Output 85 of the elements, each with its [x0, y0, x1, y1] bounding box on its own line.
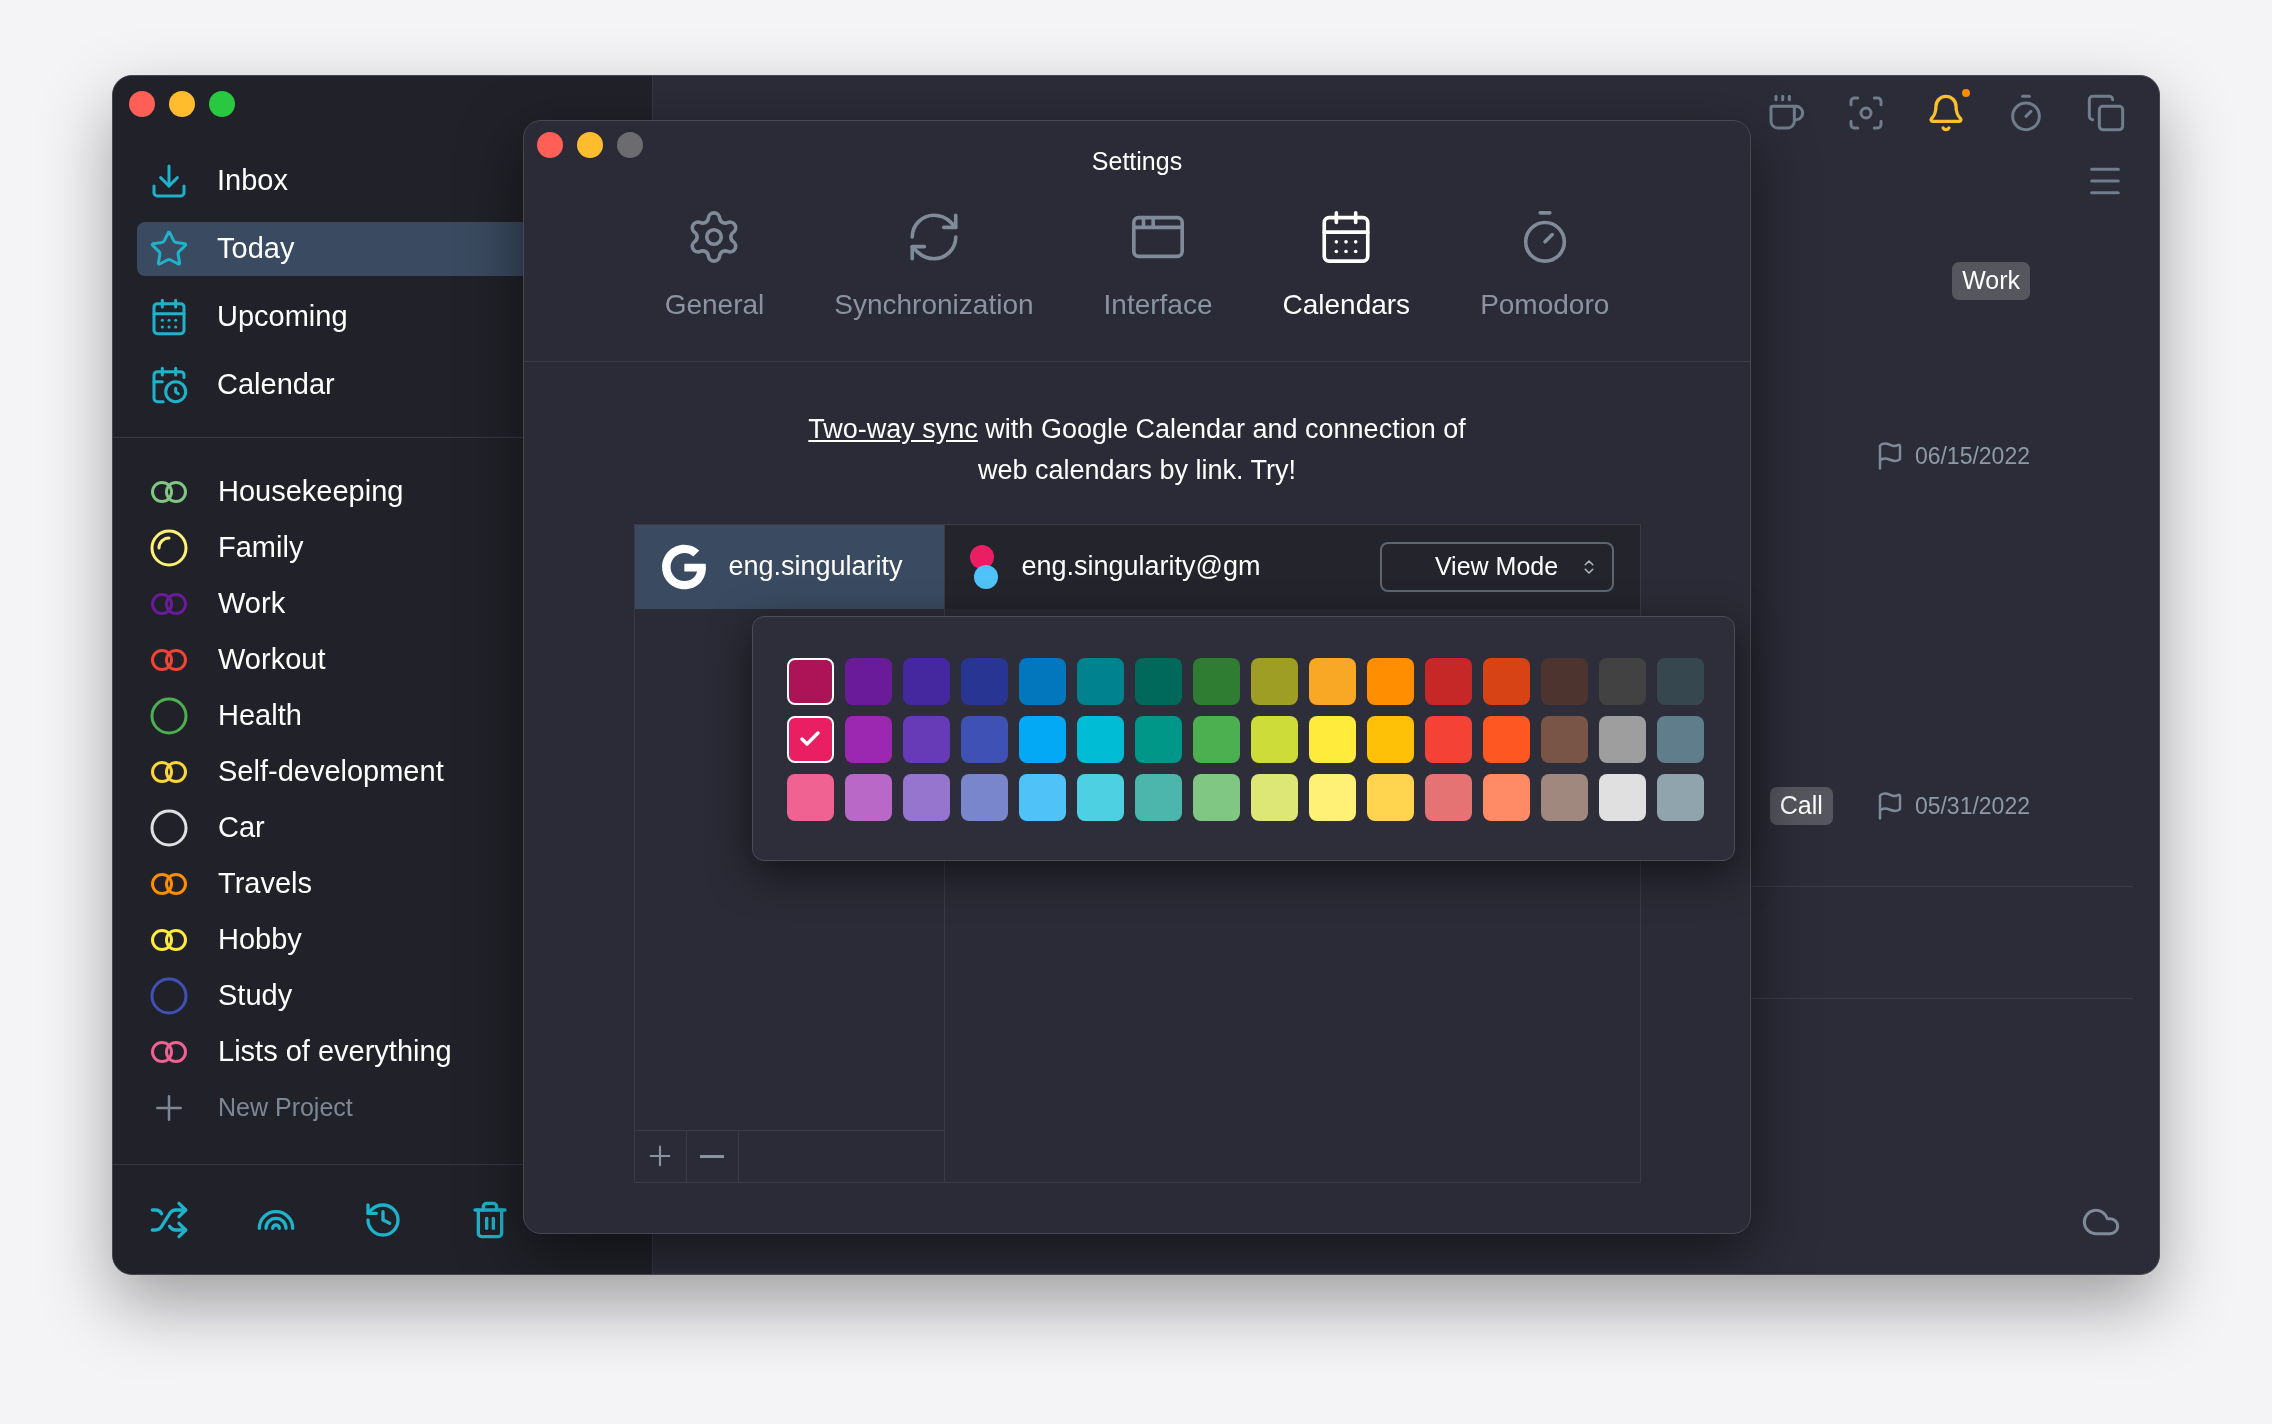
color-swatch[interactable]: [1018, 773, 1066, 821]
color-swatch[interactable]: [1076, 773, 1124, 821]
project-item[interactable]: Health: [113, 688, 652, 744]
color-swatch[interactable]: [1192, 773, 1240, 821]
project-item[interactable]: Lists of everything: [113, 1024, 652, 1080]
calendar-name: eng.singularity@gm: [1021, 550, 1261, 584]
due-date: 06/15/2022: [1914, 441, 2030, 471]
color-swatch[interactable]: [1656, 657, 1704, 705]
color-swatch[interactable]: [844, 657, 892, 705]
two-way-sync-link[interactable]: Two-way sync: [808, 413, 978, 444]
settings-tab[interactable]: Pomodoro: [1480, 207, 1610, 326]
minimize-window-button[interactable]: [577, 132, 603, 158]
color-swatch[interactable]: [1656, 773, 1704, 821]
color-swatch[interactable]: [786, 657, 834, 705]
color-swatch[interactable]: [844, 773, 892, 821]
color-swatch[interactable]: [902, 715, 950, 763]
minimize-window-button[interactable]: [169, 91, 195, 117]
color-swatch[interactable]: [1308, 773, 1356, 821]
color-swatch[interactable]: [1018, 657, 1066, 705]
color-swatch[interactable]: [1424, 657, 1472, 705]
color-swatch[interactable]: [960, 657, 1008, 705]
color-swatch[interactable]: [1076, 715, 1124, 763]
color-swatch[interactable]: [1250, 773, 1298, 821]
settings-tab[interactable]: General: [664, 207, 765, 326]
color-swatch[interactable]: [1192, 715, 1240, 763]
nav-item[interactable]: Inbox: [137, 154, 628, 208]
color-swatch[interactable]: [1250, 657, 1298, 705]
view-mode-select[interactable]: View Mode: [1379, 541, 1614, 592]
project-item[interactable]: Travels: [113, 856, 652, 912]
color-swatch[interactable]: [1424, 715, 1472, 763]
project-item[interactable]: Hobby: [113, 912, 652, 968]
settings-tab[interactable]: Synchronization: [834, 207, 1034, 326]
color-swatch[interactable]: [1076, 657, 1124, 705]
color-swatch[interactable]: [960, 773, 1008, 821]
color-swatch[interactable]: [1656, 715, 1704, 763]
zoom-window-button[interactable]: [209, 91, 235, 117]
color-swatch[interactable]: [1308, 657, 1356, 705]
color-swatch[interactable]: [1018, 715, 1066, 763]
account-item[interactable]: eng.singularity: [634, 524, 944, 609]
sync-description: Two-way sync with Google Calendar and connection of web calendars by link. Try!: [807, 412, 1467, 487]
project-item[interactable]: Housekeeping: [113, 464, 652, 520]
minus-icon: [700, 1154, 724, 1158]
color-swatch[interactable]: [1424, 773, 1472, 821]
color-swatch[interactable]: [1482, 773, 1530, 821]
project-item[interactable]: Workout: [113, 632, 652, 688]
color-swatch[interactable]: [1540, 773, 1588, 821]
color-swatch[interactable]: [902, 773, 950, 821]
color-swatch[interactable]: [1482, 715, 1530, 763]
color-swatch[interactable]: [1134, 773, 1182, 821]
color-swatch[interactable]: [960, 715, 1008, 763]
nav-item[interactable]: Calendar: [137, 358, 628, 412]
color-swatch[interactable]: [1598, 715, 1646, 763]
color-swatch[interactable]: [1366, 657, 1414, 705]
shuffle-icon[interactable]: [149, 1199, 189, 1240]
color-swatch[interactable]: [1192, 657, 1240, 705]
due-date: 05/31/2022: [1914, 791, 2030, 821]
color-swatch[interactable]: [786, 715, 834, 763]
google-g-icon: [660, 543, 707, 590]
color-swatch[interactable]: [844, 715, 892, 763]
window-title: Settings: [1091, 146, 1183, 177]
star-icon: [149, 229, 189, 269]
color-swatch[interactable]: [1366, 773, 1414, 821]
tag-label[interactable]: Work: [1952, 262, 2030, 300]
color-swatch[interactable]: [1598, 773, 1646, 821]
color-swatch[interactable]: [786, 773, 834, 821]
close-window-button[interactable]: [129, 91, 155, 117]
new-project-button[interactable]: New Project: [113, 1080, 652, 1136]
color-swatch[interactable]: [1366, 715, 1414, 763]
project-item[interactable]: Car: [113, 800, 652, 856]
nav-item[interactable]: Upcoming: [137, 290, 628, 344]
project-item[interactable]: Self-development: [113, 744, 652, 800]
color-swatch[interactable]: [1134, 657, 1182, 705]
color-swatch[interactable]: [1134, 715, 1182, 763]
color-swatch[interactable]: [902, 657, 950, 705]
close-window-button[interactable]: [537, 132, 563, 158]
color-swatch[interactable]: [1540, 657, 1588, 705]
tag-label[interactable]: Call: [1769, 787, 1833, 825]
color-swatch[interactable]: [1308, 715, 1356, 763]
color-swatch[interactable]: [1250, 715, 1298, 763]
settings-tab[interactable]: Interface: [1103, 207, 1213, 326]
settings-tab[interactable]: Calendars: [1282, 207, 1411, 326]
color-swatch[interactable]: [1540, 715, 1588, 763]
copy-icon[interactable]: [2086, 93, 2126, 133]
color-swatch[interactable]: [1482, 657, 1530, 705]
project-item[interactable]: Study: [113, 968, 652, 1024]
